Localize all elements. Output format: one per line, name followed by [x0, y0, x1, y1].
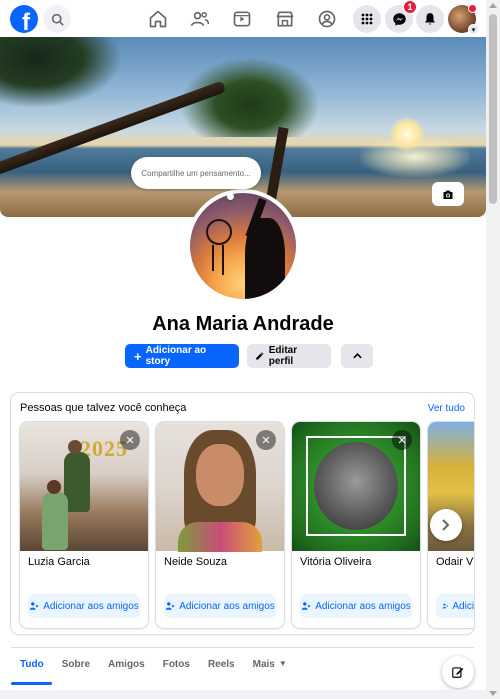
cover-sun	[390, 117, 424, 151]
caret-down-icon: ▼	[278, 659, 287, 668]
next-suggestions-button[interactable]	[430, 509, 462, 541]
tab-more[interactable]: Mais ▼	[244, 650, 296, 682]
tab-reels[interactable]: Reels	[199, 650, 244, 682]
tab-more-label: Mais	[252, 659, 275, 670]
tab-about[interactable]: Sobre	[53, 650, 99, 682]
suggestion-name[interactable]: Luzia Garcia	[28, 556, 90, 568]
feed-background	[0, 690, 486, 699]
person-figure	[42, 492, 68, 550]
messenger-icon	[392, 12, 406, 26]
facebook-logo-icon[interactable]: f	[10, 5, 38, 33]
dreamcatcher-string	[212, 245, 214, 271]
add-friend-label: Adicionar aos amigos	[452, 600, 474, 612]
pencil-icon	[256, 352, 264, 360]
tab-photos[interactable]: Fotos	[154, 650, 199, 682]
menu-grid-icon	[361, 13, 373, 25]
dismiss-suggestion-button[interactable]: ✕	[120, 430, 140, 450]
people-you-may-know-panel: Pessoas que talvez você conheça Ver tudo…	[11, 393, 474, 634]
suggestion-name[interactable]: Neide Souza	[164, 556, 227, 568]
menu-button[interactable]	[353, 5, 381, 33]
profile-picture[interactable]	[186, 189, 300, 303]
dismiss-suggestion-button[interactable]: ✕	[392, 430, 412, 450]
bell-icon	[425, 13, 435, 25]
home-nav-button[interactable]	[146, 7, 170, 31]
see-all-link[interactable]: Ver tudo	[428, 403, 465, 414]
top-navigation-bar: f 1 ▾	[0, 0, 486, 37]
groups-nav-button[interactable]	[315, 7, 339, 31]
photo-portrait	[314, 442, 398, 530]
dreamcatcher-image	[206, 219, 232, 245]
add-friend-icon	[442, 603, 448, 609]
dismiss-suggestion-button[interactable]: ✕	[256, 430, 276, 450]
person-figure	[47, 480, 61, 494]
profile-tabs: Tudo Sobre Amigos Fotos Reels Mais ▼	[11, 650, 296, 682]
profile-actions: + Adicionar ao story Editar perfil	[125, 344, 373, 368]
scroll-up-arrow-icon[interactable]	[489, 3, 497, 8]
pymk-title: Pessoas que talvez você conheça	[20, 402, 187, 414]
suggestion-name[interactable]: Vitória Oliveira	[300, 556, 371, 568]
scroll-thumb[interactable]	[489, 14, 497, 204]
share-thought-bubble[interactable]: Compartilhe um pensamento...	[131, 157, 261, 189]
scroll-down-arrow-icon[interactable]	[489, 691, 497, 696]
add-friend-icon	[30, 602, 39, 610]
dreamcatcher-string	[222, 245, 224, 275]
add-friend-button[interactable]: Adicionar aos amigos	[28, 594, 140, 618]
person-face	[196, 444, 244, 506]
friends-icon	[190, 11, 210, 26]
video-icon	[233, 11, 251, 27]
add-friend-label: Adicionar aos amigos	[43, 600, 139, 612]
messenger-button[interactable]: 1	[385, 0, 417, 33]
chevron-up-icon	[352, 353, 362, 359]
video-nav-button[interactable]	[230, 7, 254, 31]
add-friend-label: Adicionar aos amigos	[179, 600, 275, 612]
suggestion-card[interactable]: ✕ Neide Souza Adicionar aos amigos	[156, 422, 284, 628]
messenger-badge: 1	[403, 0, 417, 14]
search-button[interactable]	[43, 5, 71, 33]
add-friend-button[interactable]: Adicionar aos amigos	[300, 594, 412, 618]
suggestion-card[interactable]: ✕ Vitória Oliveira Adicionar aos amigos	[292, 422, 420, 628]
edit-profile-label: Editar perfil	[268, 345, 298, 367]
search-icon	[51, 13, 64, 26]
chevron-down-icon: ▾	[468, 24, 479, 35]
profile-silhouette	[245, 218, 285, 299]
facebook-logo-letter: f	[22, 9, 30, 33]
page-scrollbar[interactable]	[486, 0, 500, 699]
active-tab-indicator	[11, 682, 52, 685]
edit-profile-button[interactable]: Editar perfil	[247, 344, 331, 368]
add-friend-icon	[302, 602, 311, 610]
home-icon	[149, 10, 167, 28]
add-to-story-label: Adicionar ao story	[145, 345, 207, 367]
add-friend-icon	[166, 602, 175, 610]
cover-palm-fronds-left	[0, 37, 120, 107]
edit-cover-photo-button[interactable]	[432, 182, 464, 206]
add-to-story-button[interactable]: + Adicionar ao story	[125, 344, 239, 368]
tabs-divider	[11, 647, 474, 648]
account-avatar-button[interactable]: ▾	[448, 4, 479, 35]
chevron-right-icon	[442, 519, 450, 531]
add-friend-label: Adicionar aos amigos	[315, 600, 411, 612]
tab-friends[interactable]: Amigos	[99, 650, 154, 682]
new-message-button[interactable]	[442, 656, 474, 688]
thought-bubble-tail	[227, 193, 234, 200]
notifications-button[interactable]	[416, 5, 444, 33]
marketplace-nav-button[interactable]	[273, 7, 297, 31]
person-outfit	[178, 522, 262, 552]
compose-icon	[452, 667, 464, 678]
notification-dot	[468, 4, 477, 13]
camera-icon	[443, 190, 453, 199]
suggestion-card[interactable]: 2025 ✕ Luzia Garcia Adicionar aos amigos	[20, 422, 148, 628]
plus-icon: +	[134, 348, 142, 364]
marketplace-icon	[276, 11, 294, 27]
suggestion-name[interactable]: Odair V	[436, 556, 473, 568]
profile-name: Ana Maria Andrade	[152, 313, 334, 335]
add-friend-button[interactable]: Adicionar aos amigos	[164, 594, 276, 618]
tab-all[interactable]: Tudo	[11, 650, 53, 682]
person-figure	[68, 440, 82, 454]
friends-nav-button[interactable]	[188, 7, 212, 31]
groups-icon	[318, 10, 336, 28]
add-friend-button[interactable]: Adicionar aos amigos	[436, 594, 474, 618]
more-options-button[interactable]	[341, 344, 373, 368]
